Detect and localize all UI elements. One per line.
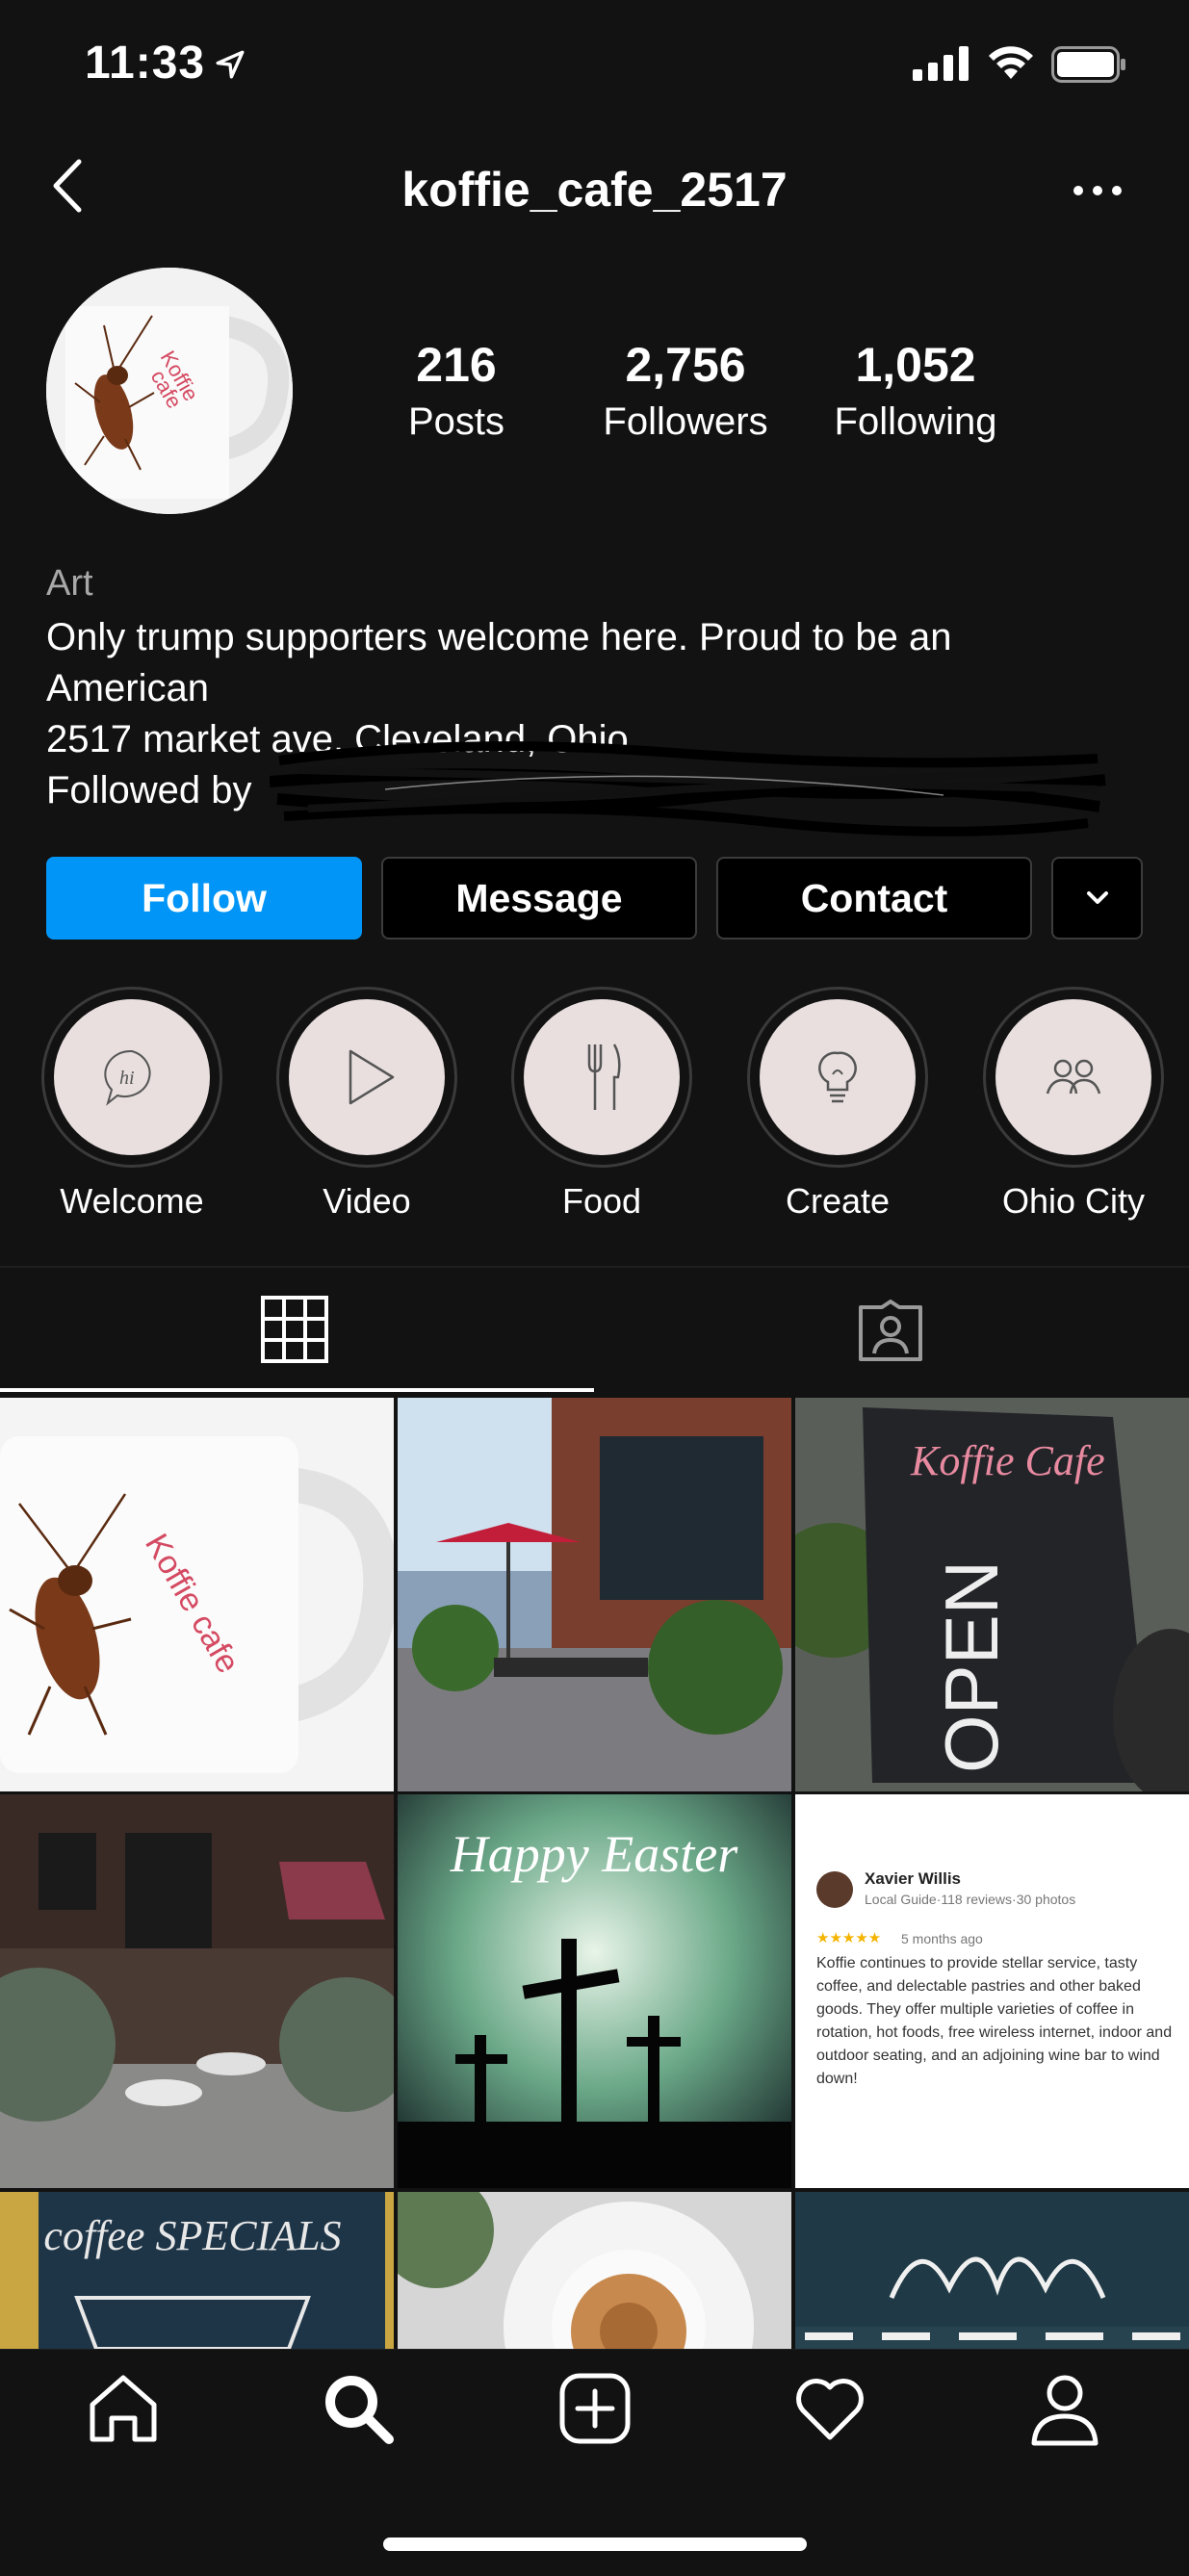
redaction-scribble (270, 741, 1106, 837)
sign-open: OPEN (929, 1560, 1014, 1773)
review-text: Koffie continues to provide stellar serv… (816, 1955, 1173, 2087)
post-mug-roach[interactable]: Koffie cafe (0, 1398, 394, 1791)
svg-text:hi: hi (119, 1068, 135, 1089)
play-icon (349, 1049, 395, 1105)
highlight-label: Food (561, 1181, 642, 1221)
suggested-accounts-button[interactable] (1051, 857, 1143, 940)
battery-icon (1051, 46, 1125, 83)
status-time: 11:33 (85, 38, 206, 89)
post-snowy-patio[interactable] (0, 1794, 394, 2188)
highlight-label: Video (323, 1181, 411, 1221)
home-icon[interactable] (85, 2370, 162, 2447)
post-latte[interactable] (398, 2192, 791, 2349)
home-indicator[interactable] (383, 2537, 807, 2551)
tagged-tab-icon[interactable] (855, 1300, 926, 1363)
posts-count: 216 (416, 338, 497, 392)
fork-knife-icon (587, 1043, 621, 1110)
highlight-food[interactable]: Food (510, 987, 693, 1222)
highlight-label: Create (785, 1181, 891, 1221)
review-time: 5 months ago (901, 1931, 983, 1946)
highlight-welcome[interactable]: hi Welcome (40, 987, 223, 1222)
post-cafe-patio[interactable] (398, 1398, 791, 1791)
new-post-icon[interactable] (556, 2370, 633, 2447)
reviewer-subtitle: Local Guide·118 reviews·30 photos (865, 1892, 1076, 1907)
reviewer-name: Xavier Willis (865, 1869, 962, 1888)
post-happy-easter[interactable]: Happy Easter (398, 1794, 791, 2188)
posts-label: Posts (407, 400, 505, 443)
search-icon[interactable] (320, 2370, 397, 2447)
reviewer-avatar (816, 1871, 853, 1908)
post-coffee-specials[interactable]: coffee SPECIALS (0, 2192, 394, 2349)
active-tab-indicator (0, 1388, 594, 1392)
specials-text: coffee SPECIALS (43, 2212, 341, 2259)
profile-icon[interactable] (1026, 2370, 1103, 2447)
post-review-card[interactable]: Xavier Willis Local Guide·118 reviews·30… (795, 1794, 1189, 2188)
following-label: Following (834, 400, 997, 443)
message-button[interactable]: Message (381, 857, 697, 940)
post-open-sign[interactable]: Koffie Cafe OPEN (795, 1398, 1189, 1791)
wifi-icon (989, 46, 1033, 79)
following-count: 1,052 (855, 338, 976, 392)
grid-tab-icon[interactable] (260, 1295, 329, 1364)
posts-stat: 216 Posts (350, 337, 562, 444)
followers-stat[interactable]: 2,756 Followers (580, 337, 791, 444)
profile-avatar[interactable]: Koffie cafe (46, 268, 293, 514)
follow-button[interactable]: Follow (46, 857, 362, 940)
followers-count: 2,756 (625, 338, 746, 392)
chat-hi-icon: hi (104, 1049, 151, 1106)
lightbulb-icon (818, 1051, 857, 1103)
highlight-ohio-city[interactable]: Ohio City (982, 987, 1165, 1222)
more-options-icon[interactable] (1069, 181, 1126, 200)
highlight-label: Ohio City (1001, 1181, 1146, 1221)
highlight-video[interactable]: Video (275, 987, 458, 1222)
followers-label: Followers (603, 400, 768, 443)
review-stars: ★★★★★ (816, 1930, 882, 1946)
mug-roach-avatar-image: Koffie cafe (46, 268, 293, 514)
sign-title: Koffie Cafe (910, 1437, 1105, 1484)
contact-button[interactable]: Contact (716, 857, 1032, 940)
post-chalkboard[interactable] (795, 2192, 1189, 2349)
profile-category: Art (46, 563, 93, 604)
chevron-down-icon (1086, 891, 1108, 904)
tabs-divider (0, 1266, 1189, 1268)
highlight-create[interactable]: Create (746, 987, 929, 1222)
following-stat[interactable]: 1,052 Following (810, 337, 1021, 444)
people-icon (1046, 1059, 1101, 1095)
activity-heart-icon[interactable] (791, 2370, 868, 2447)
bio-line: Only trump supporters welcome here. Prou… (46, 616, 952, 658)
location-arrow-icon (216, 50, 245, 79)
highlight-label: Welcome (60, 1181, 204, 1221)
cellular-signal-icon (913, 46, 969, 81)
bio-line: American (46, 667, 209, 709)
profile-username: koffie_cafe_2517 (401, 163, 788, 217)
easter-text: Happy Easter (450, 1825, 738, 1883)
